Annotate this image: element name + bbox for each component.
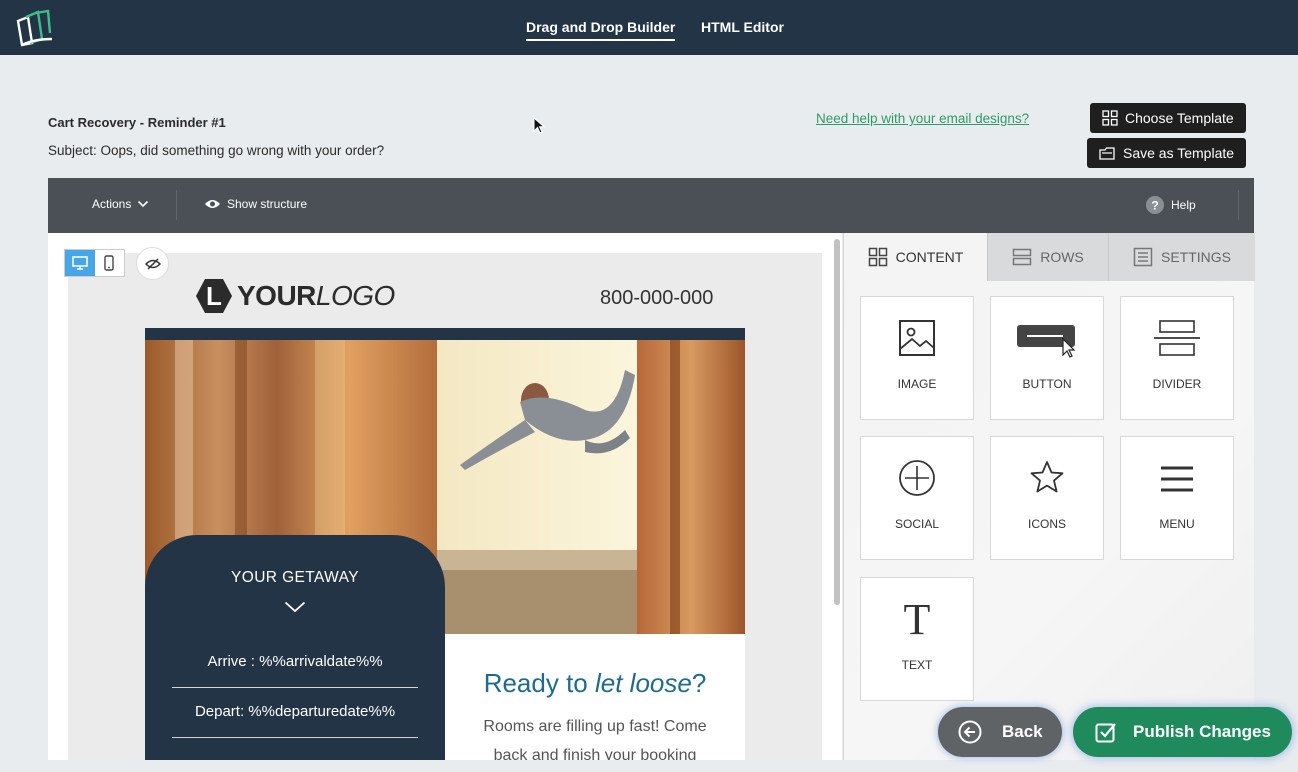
svg-text:?: ? xyxy=(1151,199,1158,213)
toolbar-divider xyxy=(1238,190,1239,220)
image-icon xyxy=(899,320,935,356)
help-label: Help xyxy=(1171,198,1196,212)
tab-content-label: CONTENT xyxy=(895,249,964,265)
promo-block[interactable]: Ready to let loose? Rooms are filling up… xyxy=(445,634,745,760)
content-panel: CONTENT ROWS SETTINGS IMAGE BUTTON DIVID… xyxy=(843,233,1255,760)
actions-dropdown[interactable]: Actions xyxy=(92,197,149,211)
tab-content[interactable]: CONTENT xyxy=(844,233,988,281)
promo-heading-emphasis: let loose xyxy=(594,668,692,698)
show-structure-label: Show structure xyxy=(227,197,308,211)
folder-save-icon xyxy=(1099,147,1115,160)
tab-drag-and-drop-builder[interactable]: Drag and Drop Builder xyxy=(526,19,676,41)
text-serif-t-icon: T xyxy=(904,596,931,640)
block-text-label: TEXT xyxy=(901,658,933,672)
star-icon xyxy=(1030,461,1064,493)
publish-changes-button[interactable]: Publish Changes xyxy=(1073,707,1292,757)
hamburger-menu-icon xyxy=(1161,466,1193,492)
block-divider[interactable]: DIVIDER xyxy=(1120,296,1234,420)
button-block-icon xyxy=(1017,325,1076,358)
block-button[interactable]: BUTTON xyxy=(990,296,1104,420)
tab-rows[interactable]: ROWS xyxy=(988,233,1109,281)
header-divider-strip xyxy=(145,328,745,340)
divider-icon xyxy=(1154,320,1200,356)
actions-label: Actions xyxy=(92,197,132,211)
chevron-down-icon xyxy=(138,200,149,208)
toolbar-divider xyxy=(176,190,177,220)
eye-icon xyxy=(205,200,220,208)
desktop-icon xyxy=(72,256,88,270)
settings-list-icon xyxy=(1133,247,1153,267)
block-social[interactable]: SOCIAL xyxy=(860,436,974,560)
depart-date: Depart: %%departuredate%% xyxy=(194,703,396,720)
top-nav-bar: Drag and Drop Builder HTML Editor xyxy=(0,0,1298,55)
getaway-divider xyxy=(172,687,418,688)
preview-visibility-button[interactable] xyxy=(136,247,169,280)
logo-hexagon-icon: L xyxy=(196,279,232,313)
email-logo[interactable]: L YOURLOGO xyxy=(195,277,395,315)
phone-number: 800-000-000 xyxy=(600,287,714,309)
save-as-template-button[interactable]: Save as Template xyxy=(1087,138,1247,168)
publish-label: Publish Changes xyxy=(1133,722,1271,741)
campaign-subject: Subject: Oops, did something go wrong wi… xyxy=(48,143,385,158)
arrive-date: Arrive : %%arrivaldate%% xyxy=(207,653,383,670)
email-design-help-link[interactable]: Need help with your email designs? xyxy=(816,111,1029,126)
getaway-card: YOUR GETAWAY Arrive : %%arrivaldate%% De… xyxy=(145,535,445,760)
checkbox-checked-icon xyxy=(1095,723,1116,743)
grid-icon xyxy=(868,247,887,267)
chevron-down-icon xyxy=(284,601,306,613)
desktop-view-button[interactable] xyxy=(65,250,95,276)
rows-icon xyxy=(1012,248,1032,266)
block-social-label: SOCIAL xyxy=(894,517,939,531)
choose-template-button[interactable]: Choose Template xyxy=(1090,103,1246,133)
tab-html-editor[interactable]: HTML Editor xyxy=(701,19,784,35)
panel-tabs: CONTENT ROWS SETTINGS xyxy=(844,233,1255,281)
block-icons[interactable]: ICONS xyxy=(990,436,1104,560)
getaway-title: YOUR GETAWAY xyxy=(231,569,359,586)
help-button[interactable]: ? Help xyxy=(1145,195,1196,215)
back-button[interactable]: Back xyxy=(938,707,1062,757)
question-circle-icon: ? xyxy=(1146,196,1164,214)
block-button-label: BUTTON xyxy=(1022,377,1072,391)
promo-heading-end: ? xyxy=(691,668,707,698)
svg-text:T: T xyxy=(904,596,931,640)
promo-heading: Ready to let loose? xyxy=(445,668,745,699)
block-divider-label: DIVIDER xyxy=(1152,377,1202,391)
logo-text-light: LOGO xyxy=(315,280,395,311)
show-structure-toggle[interactable]: Show structure xyxy=(204,197,307,211)
logo-text: YOURLOGO xyxy=(237,280,395,312)
books-logo-icon[interactable] xyxy=(14,9,54,47)
promo-heading-start: Ready to xyxy=(483,668,595,698)
editor-toolbar: Actions Show structure ? Help xyxy=(48,178,1254,233)
block-text[interactable]: T TEXT xyxy=(860,577,974,701)
plus-circle-icon xyxy=(899,460,935,496)
block-menu-label: MENU xyxy=(1159,517,1195,531)
logo-text-bold: YOUR xyxy=(237,280,316,311)
logo-letter: L xyxy=(206,281,222,311)
arrow-left-circle-icon xyxy=(958,720,982,744)
block-menu[interactable]: MENU xyxy=(1120,436,1234,560)
canvas-scrollbar[interactable] xyxy=(834,239,840,605)
block-image[interactable]: IMAGE xyxy=(860,296,974,420)
mouse-pointer-icon xyxy=(533,117,546,134)
eye-slash-icon xyxy=(144,257,161,270)
device-preview-toggle xyxy=(64,249,125,277)
promo-body: Rooms are filling up fast! Come back and… xyxy=(483,718,707,760)
getaway-divider xyxy=(172,737,418,738)
choose-template-label: Choose Template xyxy=(1125,110,1234,126)
mobile-icon xyxy=(104,255,114,271)
tab-settings[interactable]: SETTINGS xyxy=(1109,233,1255,281)
block-icons-label: ICONS xyxy=(1027,517,1066,531)
mobile-view-button[interactable] xyxy=(95,250,125,276)
back-label: Back xyxy=(1002,722,1043,741)
grid-icon xyxy=(1102,110,1118,126)
tab-rows-label: ROWS xyxy=(1040,249,1084,265)
save-as-template-label: Save as Template xyxy=(1123,145,1235,161)
block-image-label: IMAGE xyxy=(897,377,937,391)
tab-settings-label: SETTINGS xyxy=(1160,249,1231,265)
campaign-title: Cart Recovery - Reminder #1 xyxy=(48,115,226,130)
email-canvas[interactable]: L YOURLOGO 800-000-000 YOUR GETAWAY Arri… xyxy=(48,233,842,760)
